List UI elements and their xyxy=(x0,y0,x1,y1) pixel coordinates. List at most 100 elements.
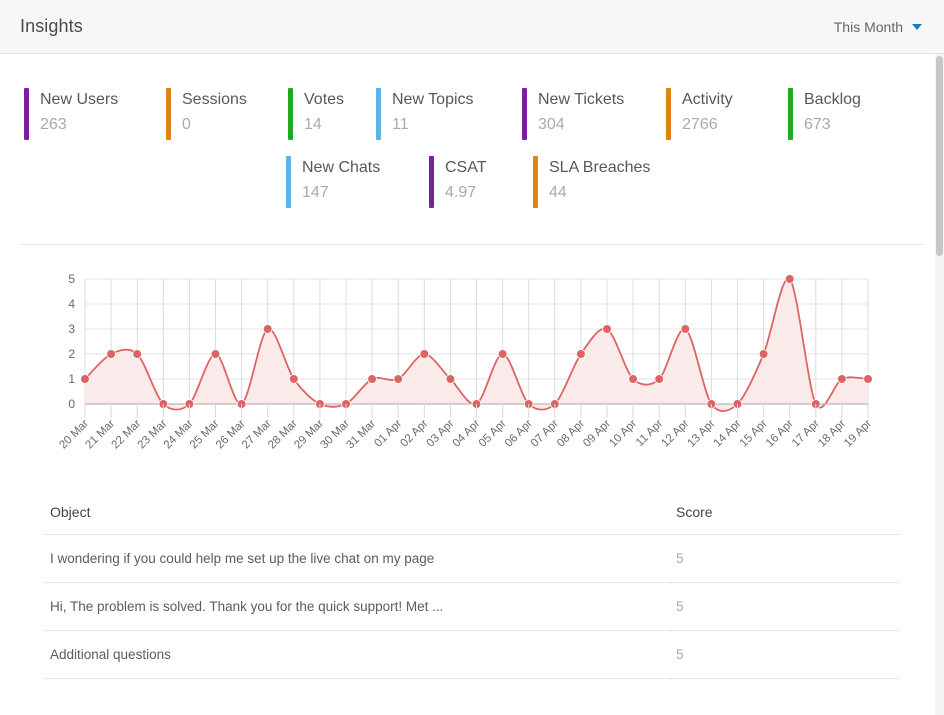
x-axis-tick-label: 04 Apr xyxy=(451,418,483,450)
x-axis-tick-label: 09 Apr xyxy=(581,418,613,450)
data-point-marker[interactable] xyxy=(602,324,612,334)
kpi-card-votes[interactable]: Votes 14 xyxy=(288,88,376,140)
x-axis-tick-label: 11 Apr xyxy=(634,418,666,450)
kpi-label: CSAT xyxy=(445,159,487,176)
y-axis-tick-label: 5 xyxy=(68,272,75,286)
y-axis-tick-label: 4 xyxy=(68,297,75,311)
x-axis-tick-label: 18 Apr xyxy=(816,418,848,450)
page-title: Insights xyxy=(20,16,83,36)
y-axis-tick-label: 3 xyxy=(68,322,75,336)
kpi-label: Activity xyxy=(682,91,733,108)
data-point-marker[interactable] xyxy=(106,349,116,359)
kpi-card-sla-breaches[interactable]: SLA Breaches 44 xyxy=(533,156,683,208)
kpi-accent-bar xyxy=(24,88,29,140)
kpi-accent-bar xyxy=(533,156,538,208)
table-row[interactable]: Hi, The problem is solved. Thank you for… xyxy=(44,582,900,631)
data-point-marker[interactable] xyxy=(497,349,508,359)
kpi-card-csat[interactable]: CSAT 4.97 xyxy=(429,156,533,208)
kpi-label: New Topics xyxy=(392,91,474,108)
column-header-score[interactable]: Score xyxy=(670,498,900,535)
data-point-marker[interactable] xyxy=(784,274,795,284)
x-axis-tick-label: 05 Apr xyxy=(477,418,509,450)
table-row[interactable]: Additional questions 5 xyxy=(44,630,900,679)
kpi-card-sessions[interactable]: Sessions 0 xyxy=(166,88,288,140)
x-axis-tick-label: 10 Apr xyxy=(607,418,639,450)
kpi-label: New Tickets xyxy=(538,91,625,108)
kpi-label: SLA Breaches xyxy=(549,159,651,176)
x-axis-tick-label: 12 Apr xyxy=(659,418,691,450)
data-point-marker[interactable] xyxy=(628,374,638,384)
x-axis-tick-label: 03 Apr xyxy=(425,418,457,450)
kpi-label: Sessions xyxy=(182,91,247,108)
data-point-marker[interactable] xyxy=(262,324,273,334)
data-point-marker[interactable] xyxy=(837,374,847,384)
kpi-accent-bar xyxy=(286,156,291,208)
insights-content: New Users 263 Sessions 0 Votes 14 New To… xyxy=(0,54,944,715)
kpi-accent-bar xyxy=(522,88,527,140)
cell-object: I wondering if you could help me set up … xyxy=(44,534,670,583)
data-point-marker[interactable] xyxy=(680,324,691,334)
cell-score: 5 xyxy=(670,582,900,631)
x-axis-tick-label: 07 Apr xyxy=(529,418,561,450)
date-range-label: This Month xyxy=(833,18,903,35)
app-header: Insights This Month xyxy=(0,0,944,54)
kpi-value: 4.97 xyxy=(445,184,477,201)
kpi-card-new-users[interactable]: New Users 263 xyxy=(24,88,166,140)
date-range-dropdown[interactable]: This Month xyxy=(834,19,922,35)
data-point-marker[interactable] xyxy=(210,349,221,359)
data-point-marker[interactable] xyxy=(654,374,664,384)
data-point-marker[interactable] xyxy=(419,349,430,359)
data-point-marker[interactable] xyxy=(288,374,299,384)
kpi-row-2: New Chats 147 CSAT 4.97 SLA Breaches 44 xyxy=(24,156,920,208)
kpi-value: 11 xyxy=(392,116,409,133)
chevron-down-icon xyxy=(912,23,922,30)
data-point-marker[interactable] xyxy=(445,374,456,384)
data-point-marker[interactable] xyxy=(758,349,769,359)
vertical-scrollbar[interactable] xyxy=(935,54,944,715)
kpi-card-new-tickets[interactable]: New Tickets 304 xyxy=(522,88,666,140)
kpi-card-backlog[interactable]: Backlog 673 xyxy=(788,88,888,140)
kpi-accent-bar xyxy=(166,88,171,140)
data-point-marker[interactable] xyxy=(80,374,90,384)
cell-score: 5 xyxy=(670,630,900,679)
kpi-card-new-chats[interactable]: New Chats 147 xyxy=(286,156,429,208)
kpi-card-activity[interactable]: Activity 2766 xyxy=(666,88,788,140)
y-axis-tick-label: 1 xyxy=(68,372,75,386)
x-axis-tick-label: 16 Apr xyxy=(764,418,796,450)
data-point-marker[interactable] xyxy=(576,349,586,359)
x-axis-tick-label: 01 Apr xyxy=(372,418,404,450)
cell-object: Additional questions xyxy=(44,630,670,679)
data-point-marker[interactable] xyxy=(367,374,377,384)
kpi-row-1: New Users 263 Sessions 0 Votes 14 New To… xyxy=(24,88,920,140)
x-axis-tick-label: 06 Apr xyxy=(503,418,535,450)
kpi-card-new-topics[interactable]: New Topics 11 xyxy=(376,88,522,140)
table-header-row: Object Score xyxy=(44,498,900,535)
kpi-accent-bar xyxy=(288,88,293,140)
activity-line-chart-svg: 01234520 Mar21 Mar22 Mar23 Mar24 Mar25 M… xyxy=(57,272,874,451)
x-axis-tick-label: 08 Apr xyxy=(555,418,587,450)
x-axis-tick-label: 15 Apr xyxy=(738,418,770,450)
data-point-marker[interactable] xyxy=(132,349,143,359)
kpi-label: New Users xyxy=(40,91,119,108)
table-row[interactable]: I wondering if you could help me set up … xyxy=(44,534,900,583)
insights-table-section: Object Score I wondering if you could he… xyxy=(0,476,944,679)
scrollbar-thumb[interactable] xyxy=(936,56,943,256)
kpi-accent-bar xyxy=(666,88,671,140)
column-header-object[interactable]: Object xyxy=(44,498,670,535)
y-axis-tick-label: 0 xyxy=(68,397,75,411)
kpi-value: 2766 xyxy=(682,116,718,133)
x-axis-tick-label: 13 Apr xyxy=(686,418,718,450)
cell-object: Hi, The problem is solved. Thank you for… xyxy=(44,582,670,631)
x-axis-tick-label: 17 Apr xyxy=(790,418,822,450)
data-point-marker[interactable] xyxy=(863,374,873,384)
x-axis-tick-label: 14 Apr xyxy=(712,418,744,450)
x-axis-tick-label: 02 Apr xyxy=(398,418,430,450)
data-point-marker[interactable] xyxy=(393,374,404,384)
kpi-value: 263 xyxy=(40,116,67,133)
activity-chart: 0 1 2 3 4 5 20 Mar 21 Mar 22 Mar 23 Mar 24 Mar 25 M… xyxy=(0,245,944,476)
table-body: I wondering if you could help me set up … xyxy=(44,534,900,679)
x-axis-tick-label: 19 Apr xyxy=(842,418,874,450)
kpi-label: Votes xyxy=(304,91,345,108)
kpi-value: 673 xyxy=(804,116,831,133)
kpi-value: 0 xyxy=(182,116,191,133)
